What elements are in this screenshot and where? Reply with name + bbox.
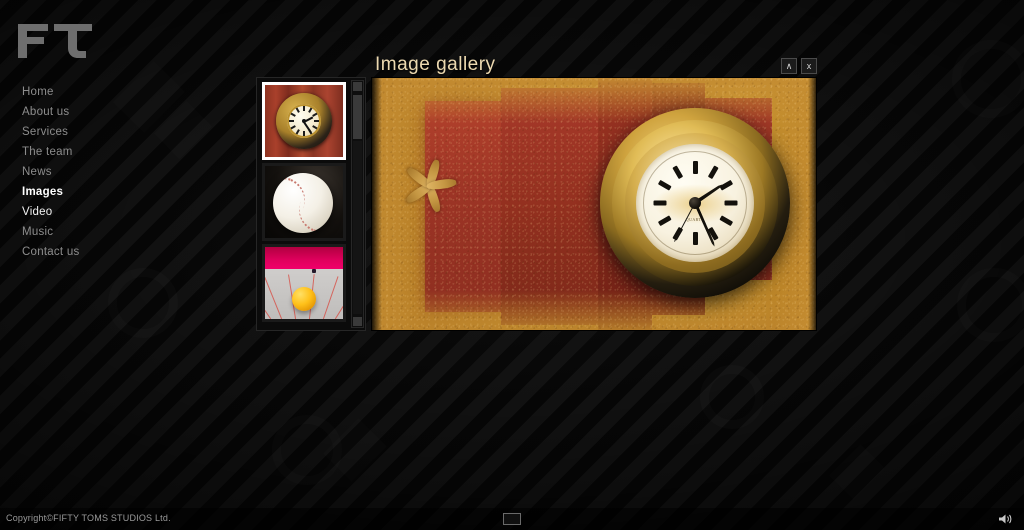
thumbnail-scrollbar[interactable] bbox=[351, 80, 364, 328]
site-logo[interactable] bbox=[14, 18, 104, 60]
sidebar-item-services[interactable]: Services bbox=[22, 122, 172, 142]
thumbnail-item-yellow-ball[interactable] bbox=[262, 244, 346, 322]
close-icon[interactable]: x bbox=[801, 58, 817, 74]
thumbnail-image-clock bbox=[265, 85, 343, 157]
sidebar-nav: Home About us Services The team News Ima… bbox=[22, 82, 172, 262]
sidebar-item-images[interactable]: Images bbox=[22, 182, 172, 202]
page-stage: Home About us Services The team News Ima… bbox=[0, 0, 1024, 530]
center-toggle-button[interactable] bbox=[503, 513, 521, 525]
starfish-icon bbox=[399, 156, 461, 218]
thumbnail-item-baseball[interactable] bbox=[262, 163, 346, 241]
image-edge-shadow bbox=[372, 78, 382, 330]
window-controls: ∧ x bbox=[781, 58, 817, 74]
sidebar-item-the-team[interactable]: The team bbox=[22, 142, 172, 162]
copyright-text: Copyright©FIFTY TOMS STUDIOS Ltd. bbox=[6, 513, 171, 523]
thumbnail-image-yellow-ball bbox=[265, 247, 343, 319]
sidebar-item-video[interactable]: Video bbox=[22, 202, 172, 222]
clock-graphic: QUARTZ bbox=[600, 108, 790, 298]
distant-marker bbox=[311, 269, 316, 274]
sidebar-item-news[interactable]: News bbox=[22, 162, 172, 182]
clock-face-icon bbox=[276, 93, 332, 149]
page-title: Image gallery bbox=[375, 54, 496, 75]
scroll-up-arrow-icon[interactable] bbox=[353, 82, 362, 91]
collapse-button[interactable]: ∧ bbox=[781, 58, 797, 74]
pink-backdrop bbox=[265, 247, 343, 270]
logo-ft-icon bbox=[18, 24, 92, 58]
speaker-icon[interactable] bbox=[996, 513, 1016, 525]
clock-center-pin bbox=[302, 119, 306, 123]
yellow-ball-icon bbox=[291, 287, 316, 312]
scroll-down-arrow-icon[interactable] bbox=[353, 317, 362, 326]
sidebar-item-music[interactable]: Music bbox=[22, 222, 172, 242]
scrollbar-thumb[interactable] bbox=[353, 95, 362, 139]
scrollbar-track[interactable] bbox=[353, 141, 362, 314]
sidebar-item-home[interactable]: Home bbox=[22, 82, 172, 102]
image-edge-shadow bbox=[808, 78, 816, 330]
thumbnail-rail bbox=[256, 77, 366, 331]
baseball-icon bbox=[273, 173, 333, 234]
sidebar-item-about-us[interactable]: About us bbox=[22, 102, 172, 122]
clock-center-pin bbox=[689, 197, 701, 209]
bottom-bar: Copyright©FIFTY TOMS STUDIOS Ltd. bbox=[0, 508, 1024, 530]
thumbnail-image-baseball bbox=[265, 166, 343, 238]
thumbnail-item-clock[interactable] bbox=[262, 82, 346, 160]
clock-face: QUARTZ bbox=[636, 144, 754, 262]
main-gallery-image[interactable]: QUARTZ bbox=[371, 77, 817, 331]
sidebar-item-contact-us[interactable]: Contact us bbox=[22, 242, 172, 262]
